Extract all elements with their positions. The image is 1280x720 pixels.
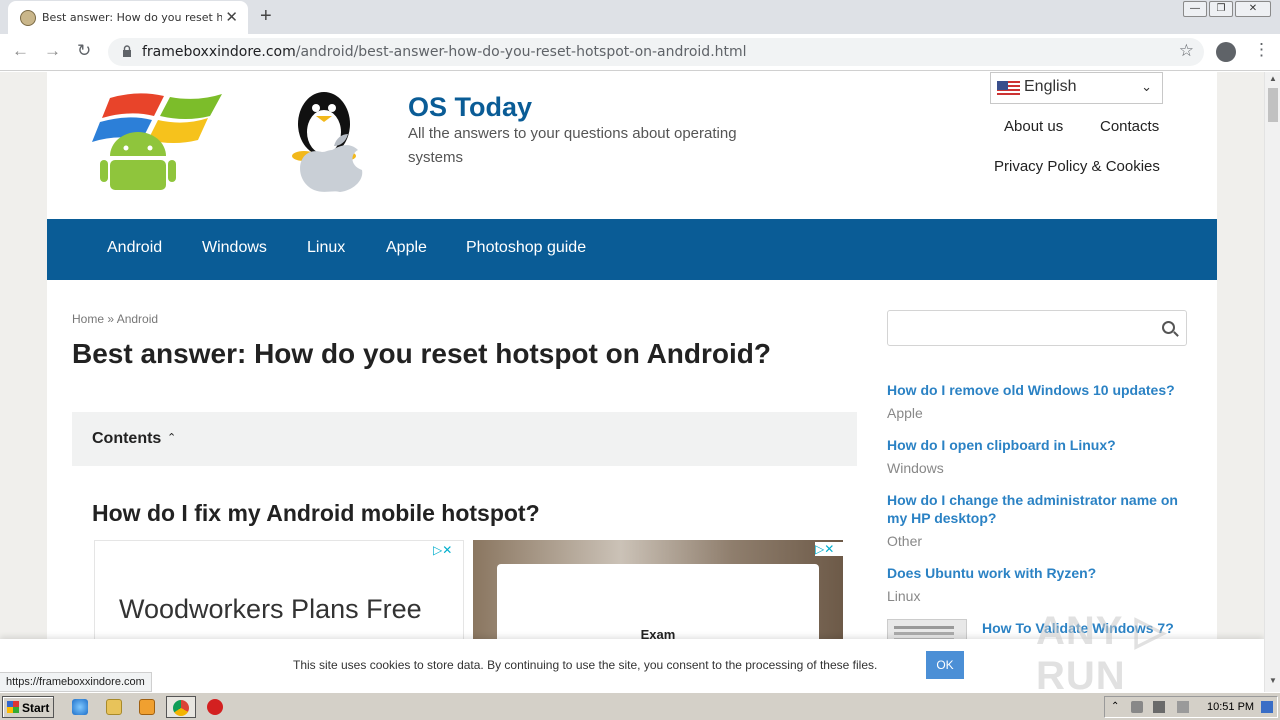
language-label: English	[1024, 78, 1077, 95]
file-explorer-icon[interactable]	[106, 699, 122, 715]
show-desktop-icon[interactable]	[1261, 701, 1273, 713]
ad-headline: Woodworkers Plans Free	[119, 594, 422, 624]
stop-icon[interactable]	[207, 699, 223, 715]
anyrun-watermark: ANY ▷ RUN	[1036, 609, 1167, 692]
nav-item-apple[interactable]: Apple	[386, 239, 427, 257]
privacy-policy-link[interactable]: Privacy Policy & Cookies	[994, 158, 1160, 175]
forward-icon[interactable]: →	[44, 41, 61, 61]
section-heading: How do I fix my Android mobile hotspot?	[92, 500, 540, 526]
site-favicon-icon	[20, 10, 36, 26]
profile-avatar-icon[interactable]	[1216, 42, 1236, 62]
scroll-up-icon[interactable]: ▲	[1269, 74, 1277, 83]
url-text: frameboxxindore.com/android/best-answer-…	[142, 44, 747, 60]
restore-window-icon[interactable]: ❐	[1209, 1, 1233, 17]
minimize-window-icon[interactable]: —	[1183, 1, 1207, 17]
url-path: /android/best-answer-how-do-you-reset-ho…	[295, 44, 747, 60]
chevron-up-icon[interactable]: ⌃	[167, 431, 176, 444]
windows-taskbar: Start ⌃ 10:51 PM	[0, 692, 1280, 720]
sidebar-article-link[interactable]: How do I open clipboard in Linux?	[887, 436, 1187, 454]
browser-tab[interactable]: Best answer: How do you reset hots ✕	[8, 1, 248, 34]
nav-item-linux[interactable]: Linux	[307, 239, 345, 257]
start-label: Start	[22, 701, 50, 715]
search-icon[interactable]	[1162, 321, 1175, 334]
windows-logo-icon	[7, 701, 19, 713]
close-window-icon[interactable]: ✕	[1235, 1, 1271, 17]
sidebar-article-category[interactable]: Windows	[887, 460, 944, 476]
sidebar-article-category[interactable]: Apple	[887, 405, 923, 421]
about-us-link[interactable]: About us	[1004, 118, 1063, 135]
sidebar-article-link[interactable]: How do I change the administrator name o…	[887, 491, 1187, 527]
sidebar-article-category[interactable]: Linux	[887, 588, 920, 604]
language-selector[interactable]: English ⌄	[990, 72, 1163, 104]
start-button[interactable]: Start	[2, 696, 54, 718]
site-logo[interactable]	[92, 90, 387, 192]
cookie-ok-button[interactable]: OK	[926, 651, 964, 679]
tab-close-icon[interactable]: ✕	[225, 8, 238, 26]
nav-item-photoshop-guide[interactable]: Photoshop guide	[466, 239, 586, 257]
browser-toolbar: ← → ↻ frameboxxindore.com/android/best-a…	[0, 34, 1280, 71]
sidebar-article-link[interactable]: Does Ubuntu work with Ryzen?	[887, 564, 1187, 582]
internet-explorer-icon[interactable]	[72, 699, 88, 715]
bookmark-star-icon[interactable]: ☆	[1179, 41, 1194, 61]
page-title: Best answer: How do you reset hotspot on…	[72, 338, 771, 369]
main-navigation: Android Windows Linux Apple Photoshop gu…	[47, 219, 1217, 280]
page-scrollbar[interactable]: ▲ ▼	[1264, 72, 1280, 692]
adchoices-icon[interactable]: ▷✕	[433, 543, 461, 557]
volume-icon[interactable]	[1131, 701, 1143, 713]
new-tab-button[interactable]: +	[260, 5, 272, 28]
reload-icon[interactable]: ↻	[77, 41, 91, 61]
media-player-icon[interactable]	[139, 699, 155, 715]
status-bar-url: https://frameboxxindore.com	[0, 672, 152, 692]
contacts-link[interactable]: Contacts	[1100, 118, 1159, 135]
us-flag-icon	[997, 81, 1020, 97]
tray-expand-icon[interactable]: ⌃	[1111, 701, 1123, 713]
cookie-message: This site uses cookies to store data. By…	[293, 658, 878, 672]
sidebar-article-category[interactable]: Other	[887, 533, 922, 549]
search-input[interactable]	[887, 310, 1187, 346]
site-description: All the answers to your questions about …	[408, 125, 737, 166]
chrome-icon	[173, 700, 189, 716]
nav-item-windows[interactable]: Windows	[202, 239, 267, 257]
lock-icon	[123, 45, 131, 57]
table-of-contents[interactable]: Contents ⌃	[72, 412, 857, 466]
browser-tab-strip: Best answer: How do you reset hots ✕ + —…	[0, 0, 1280, 34]
sidebar-article-link[interactable]: How do I remove old Windows 10 updates?	[887, 381, 1187, 399]
browser-menu-icon[interactable]: ⋮	[1253, 40, 1270, 60]
chevron-down-icon: ⌄	[1141, 79, 1152, 94]
nav-item-android[interactable]: Android	[107, 239, 162, 257]
back-icon[interactable]: ←	[12, 41, 29, 61]
network-icon[interactable]	[1153, 701, 1165, 713]
scrollbar-thumb[interactable]	[1268, 88, 1278, 122]
site-title[interactable]: OS Today	[408, 92, 532, 123]
breadcrumb[interactable]: Home » Android	[72, 312, 158, 326]
taskbar-clock[interactable]: 10:51 PM	[1207, 701, 1254, 713]
action-center-flag-icon[interactable]	[1177, 701, 1189, 713]
system-tray: ⌃ 10:51 PM	[1104, 696, 1278, 718]
scroll-down-icon[interactable]: ▼	[1269, 676, 1277, 685]
adchoices-icon[interactable]: ▷✕	[815, 542, 843, 556]
page-viewport: OS Today All the answers to your questio…	[0, 72, 1264, 692]
address-bar[interactable]: frameboxxindore.com/android/best-answer-…	[108, 38, 1204, 66]
tab-title: Best answer: How do you reset hots	[42, 11, 222, 24]
contents-label: Contents	[92, 430, 162, 447]
page-container: OS Today All the answers to your questio…	[47, 72, 1217, 692]
url-domain: frameboxxindore.com	[142, 44, 296, 60]
